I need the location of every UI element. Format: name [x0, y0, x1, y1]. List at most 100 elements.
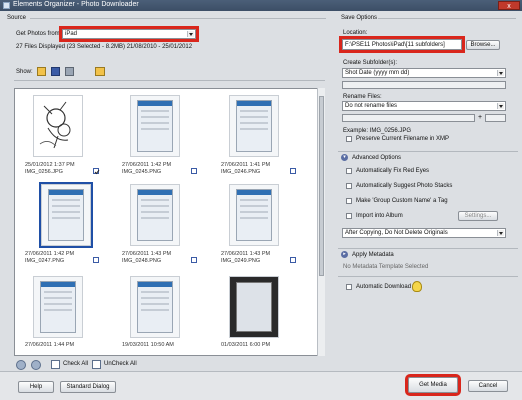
group-custom-name-checkbox[interactable]: [346, 198, 352, 204]
audio-filter-icon[interactable]: [65, 67, 74, 76]
preserve-filename-label: Preserve Current Filename in XMP: [356, 136, 450, 142]
fix-red-eyes-checkbox[interactable]: [346, 168, 352, 174]
thumbnail-image[interactable]: [130, 95, 180, 157]
check-all-icon[interactable]: [51, 360, 60, 369]
after-copying-value: After Copying, Do Not Delete Originals: [345, 230, 448, 236]
expand-icon[interactable]: ▸: [341, 251, 348, 258]
lightbulb-icon[interactable]: [412, 281, 422, 292]
import-album-checkbox[interactable]: [346, 213, 352, 219]
thumbnail-checkbox[interactable]: [93, 257, 99, 263]
example-filename: Example: IMG_0256.JPG: [343, 128, 412, 134]
get-media-button[interactable]: Get Media: [405, 374, 461, 396]
thumbnail-scrollbar[interactable]: [317, 88, 325, 356]
auto-download-divider: [338, 276, 518, 277]
uncheck-all-link[interactable]: UnCheck All: [104, 361, 137, 367]
after-copying-dropdown[interactable]: After Copying, Do Not Delete Originals: [342, 228, 506, 238]
preserve-filename-checkbox[interactable]: [346, 136, 352, 142]
location-field[interactable]: F:\PSE11 Photos\iPad\[11 subfolders]: [339, 36, 465, 53]
settings-button[interactable]: Settings...: [458, 211, 498, 221]
rename-files-value: Do not rename files: [345, 103, 398, 109]
metadata-value: No Metadata Template Selected: [343, 264, 429, 270]
thumbnail-date: 27/06/2011 1:42 PM: [25, 251, 75, 257]
advanced-options-header[interactable]: Advanced Options: [352, 155, 401, 161]
thumbnail-image[interactable]: [229, 184, 279, 246]
thumbnail-date: 25/01/2012 1:37 PM: [25, 162, 75, 168]
rotate-right-icon[interactable]: [31, 360, 41, 370]
thumbnail-checkbox[interactable]: [191, 257, 197, 263]
automatic-download-label: Automatic Download: [356, 284, 412, 290]
title-bar: Elements Organizer - Photo Downloader x: [0, 0, 522, 11]
thumbnail-image[interactable]: [130, 184, 180, 246]
help-button[interactable]: Help: [18, 381, 54, 393]
thumbnail-grid: 25/01/2012 1:37 PM IMG_0256.JPG 27/06/20…: [14, 88, 324, 356]
thumbnail-filename: IMG_0248.PNG: [122, 258, 162, 264]
create-subfolders-dropdown[interactable]: Shot Date (yyyy mm dd): [342, 68, 506, 78]
device-dropdown[interactable]: iPad: [59, 26, 199, 42]
thumbnail-checkbox[interactable]: [191, 168, 197, 174]
group-custom-name-label: Make 'Group Custom Name' a Tag: [356, 198, 448, 204]
screenshot-thumb: [137, 281, 173, 333]
chevron-down-icon: [497, 230, 504, 236]
rename-files-label: Rename Files:: [343, 94, 382, 100]
create-subfolders-value: Shot Date (yyyy mm dd): [345, 70, 410, 76]
import-album-label: Import into Album: [356, 213, 403, 219]
show-label: Show:: [16, 69, 33, 75]
thumbnail-filename: IMG_0256.JPG: [25, 169, 63, 175]
screenshot-thumb: [40, 281, 76, 333]
thumbnail-image[interactable]: [33, 95, 83, 157]
cancel-button[interactable]: Cancel: [468, 380, 508, 392]
thumbnail-filename: IMG_0249.PNG: [221, 258, 261, 264]
photo-thumb: [236, 282, 272, 332]
thumbnail-date: 01/03/2011 6:00 PM: [221, 342, 271, 348]
thumbnail-image[interactable]: [33, 276, 83, 338]
source-group-label: Source: [7, 15, 27, 21]
thumbnail-checkbox[interactable]: [290, 168, 296, 174]
suggest-stacks-checkbox[interactable]: [346, 183, 352, 189]
device-value: iPad: [65, 31, 78, 37]
standard-dialog-button[interactable]: Standard Dialog: [60, 381, 116, 393]
location-value: F:\PSE11 Photos\iPad\[11 subfolders]: [345, 42, 445, 48]
thumbnail-checkbox[interactable]: [290, 257, 296, 263]
thumbnail-image[interactable]: [229, 95, 279, 157]
advanced-divider: [338, 151, 518, 152]
toolbar-divider: [14, 80, 325, 81]
folder-filter-icon[interactable]: [95, 67, 105, 76]
apply-metadata-header[interactable]: Apply Metadata: [352, 252, 394, 258]
create-subfolders-label: Create Subfolder(s):: [343, 60, 398, 66]
thumbnail-date: 19/03/2011 10:50 AM: [122, 342, 174, 348]
thumbnail-image[interactable]: [229, 276, 279, 338]
source-divider: [30, 18, 326, 19]
location-label: Location:: [343, 30, 368, 36]
thumbnail-image[interactable]: [39, 182, 93, 248]
thumbnail-checkbox[interactable]: [93, 168, 100, 175]
fix-red-eyes-label: Automatically Fix Red Eyes: [356, 168, 430, 174]
rename-number-field[interactable]: [485, 114, 506, 122]
files-info: 27 Files Displayed (23 Selected - 8.2MB)…: [16, 44, 193, 50]
screenshot-thumb: [236, 189, 272, 241]
metadata-divider: [338, 248, 518, 249]
close-button[interactable]: x: [498, 1, 520, 10]
scrollbar-thumb[interactable]: [319, 96, 324, 276]
thumbnail-filename: IMG_0246.PNG: [221, 169, 261, 175]
browse-button[interactable]: Browse...: [466, 40, 500, 50]
thumbnail-date: 27/06/2011 1:42 PM: [122, 162, 172, 168]
thumbnail-filename: IMG_0245.PNG: [122, 169, 162, 175]
check-all-link[interactable]: Check All: [63, 361, 88, 367]
chevron-down-icon: [497, 70, 504, 76]
collapse-icon[interactable]: ▾: [341, 154, 348, 161]
uncheck-all-icon[interactable]: [92, 360, 101, 369]
thumbnail-image[interactable]: [130, 276, 180, 338]
subfolder-custom-field[interactable]: [342, 81, 506, 89]
sketch-icon: [39, 101, 71, 149]
thumbnail-filename: IMG_0247.PNG: [25, 258, 65, 264]
rename-files-dropdown[interactable]: Do not rename files: [342, 101, 506, 111]
thumbnail-date: 27/06/2011 1:41 PM: [221, 162, 271, 168]
photos-filter-icon[interactable]: [37, 67, 46, 76]
rotate-left-icon[interactable]: [16, 360, 26, 370]
rename-prefix-field[interactable]: [342, 114, 475, 122]
get-photos-label: Get Photos from:: [16, 31, 62, 37]
automatic-download-checkbox[interactable]: [346, 284, 352, 290]
screenshot-thumb: [48, 189, 84, 241]
video-filter-icon[interactable]: [51, 67, 60, 76]
suggest-stacks-label: Automatically Suggest Photo Stacks: [356, 183, 453, 189]
